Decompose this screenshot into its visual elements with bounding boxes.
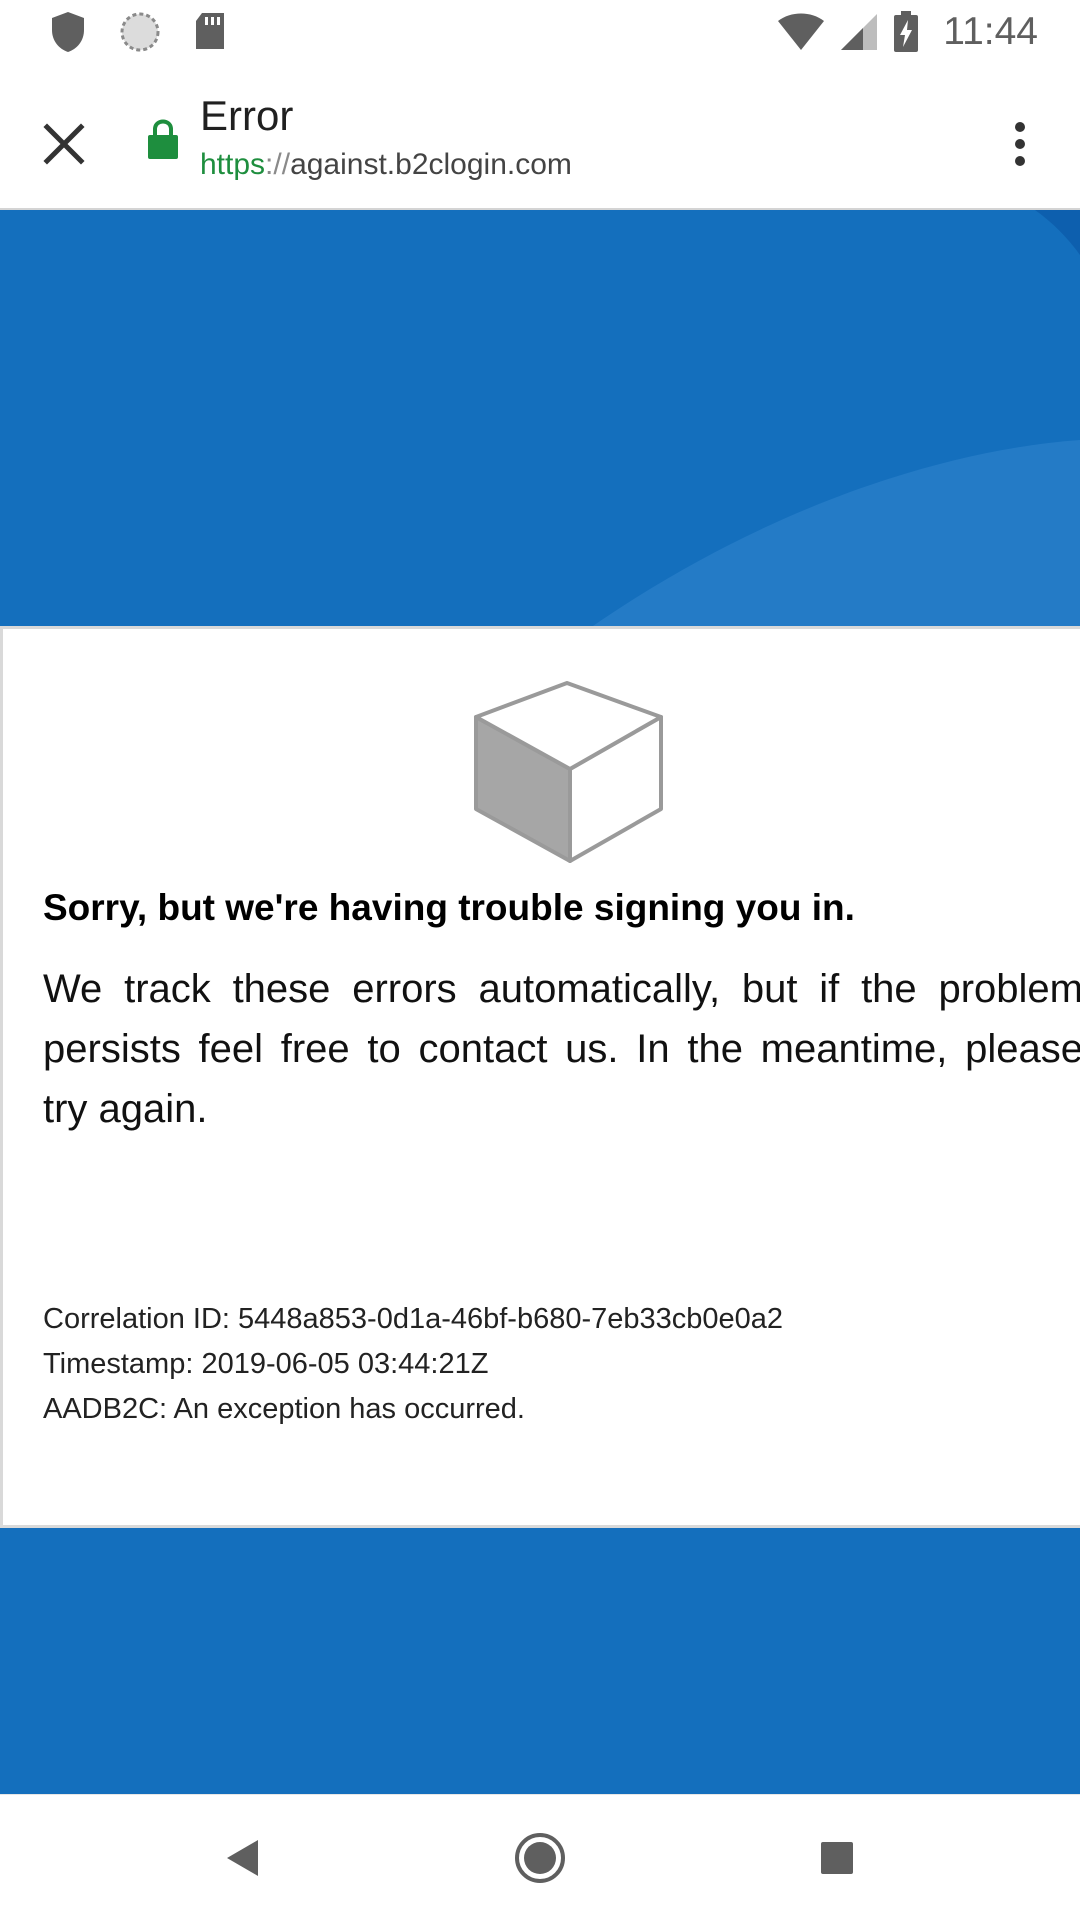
shield-icon: [52, 12, 84, 52]
status-bar: 11:44: [0, 0, 1080, 64]
page-url[interactable]: https://against.b2clogin.com: [200, 148, 572, 182]
cell-signal-icon: [841, 14, 878, 50]
battery-charging-icon: [894, 11, 919, 52]
url-host: against.b2clogin.com: [290, 148, 572, 181]
page-title: Error: [200, 92, 294, 139]
home-button[interactable]: [495, 1813, 585, 1903]
error-card: Sorry, but we're having trouble signing …: [0, 626, 1080, 1528]
error-heading: Sorry, but we're having trouble signing …: [43, 887, 855, 928]
status-left-icons: [48, 0, 228, 64]
close-button[interactable]: [24, 104, 104, 184]
web-content: Sorry, but we're having trouble signing …: [0, 210, 1080, 1794]
error-message-line: try again.: [43, 1087, 208, 1131]
error-message: We track these errors automatically, but…: [43, 959, 1080, 1139]
correlation-id: Correlation ID: 5448a853-0d1a-46bf-b680-…: [43, 1303, 784, 1335]
cube-icon: [474, 681, 663, 863]
url-separator: ://: [265, 148, 291, 181]
more-vert-icon: [1015, 122, 1025, 166]
close-icon: [43, 123, 85, 165]
background-decoration: [590, 210, 1080, 628]
timestamp: Timestamp: 2019-06-05 03:44:21Z: [43, 1348, 489, 1380]
back-button[interactable]: [197, 1813, 287, 1903]
clock: 11:44: [943, 10, 1038, 53]
home-icon: [515, 1833, 565, 1883]
recents-icon: [821, 1842, 853, 1874]
overflow-menu-button[interactable]: [980, 104, 1060, 184]
sync-circle-icon: [120, 12, 160, 52]
error-message-line: persists feel free to contact us. In the…: [43, 1027, 1080, 1071]
sd-card-icon: [196, 13, 224, 49]
error-details: Correlation ID: 5448a853-0d1a-46bf-b680-…: [43, 1297, 783, 1432]
custom-tab-toolbar: Error https://against.b2clogin.com: [0, 64, 1080, 210]
status-right-icons: 11:44: [777, 0, 1038, 64]
wifi-icon: [778, 13, 825, 50]
lock-icon[interactable]: [146, 116, 180, 160]
error-code: AADB2C: An exception has occurred.: [43, 1393, 525, 1425]
recents-button[interactable]: [792, 1813, 882, 1903]
back-icon: [227, 1840, 258, 1876]
url-scheme: https: [200, 148, 266, 181]
error-message-line: We track these errors automatically, but…: [43, 967, 1080, 1011]
navigation-bar: [0, 1794, 1080, 1920]
